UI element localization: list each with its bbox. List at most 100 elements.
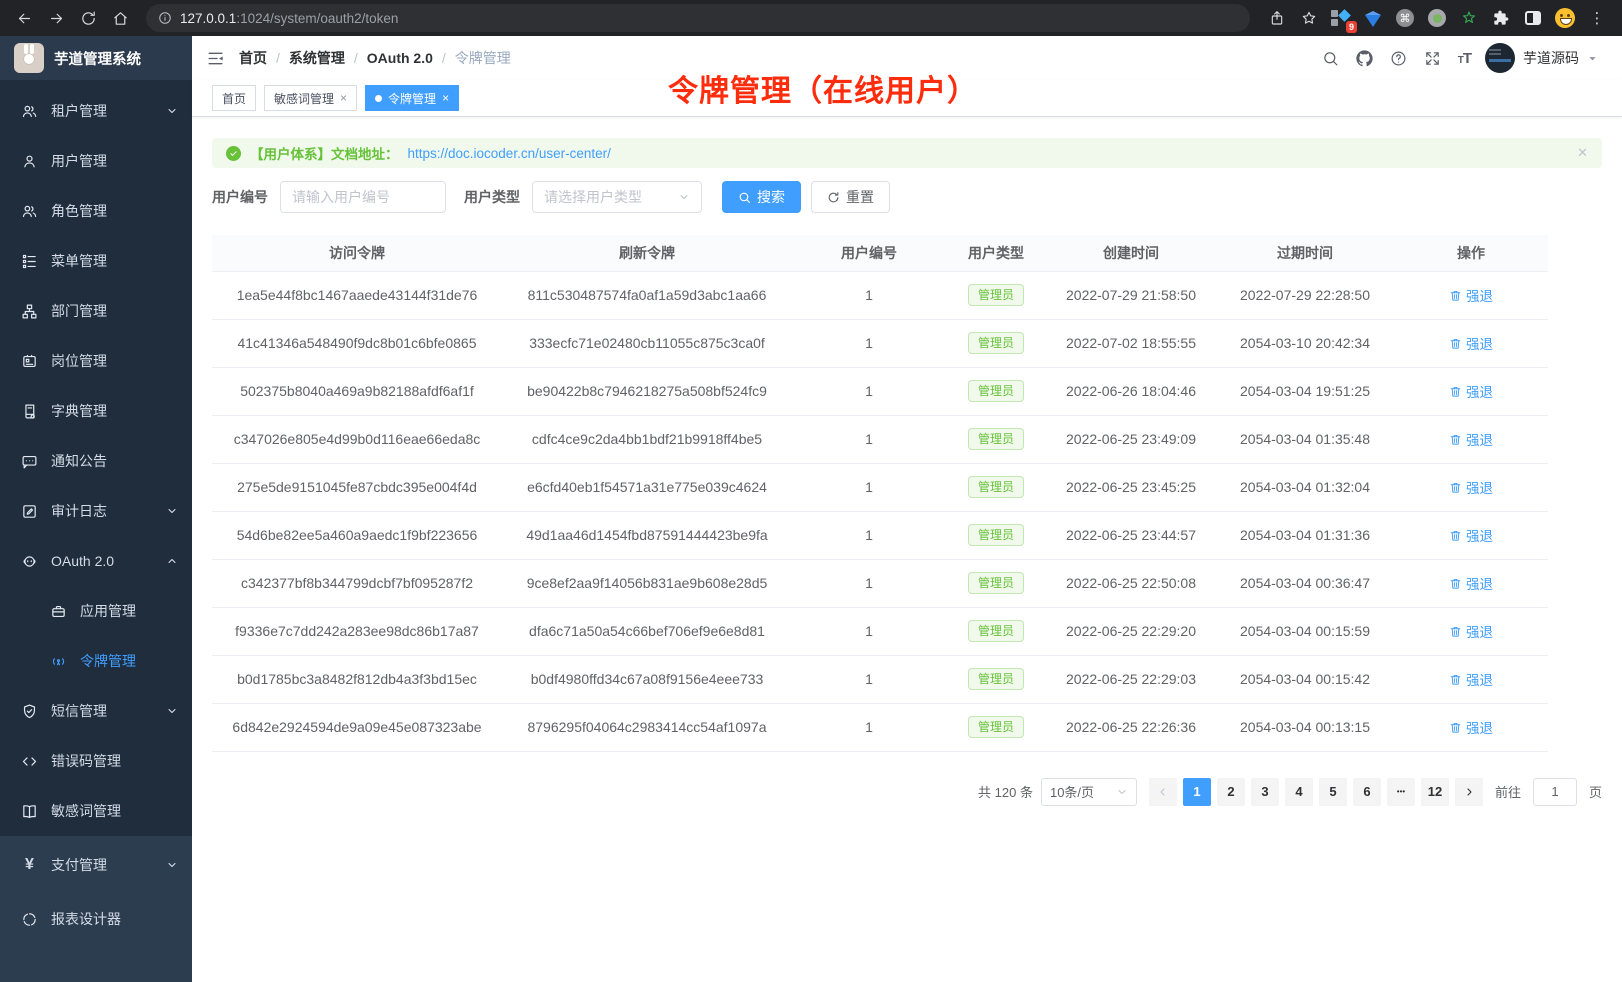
sidebar-item-岗位管理[interactable]: 岗位管理 xyxy=(0,336,192,386)
page-button-5[interactable]: 5 xyxy=(1319,778,1347,806)
next-page-button[interactable] xyxy=(1455,778,1483,806)
doc-link[interactable]: https://doc.iocoder.cn/user-center/ xyxy=(408,146,611,161)
force-logout-button[interactable]: 强退 xyxy=(1449,477,1493,497)
sidebar-item-角色管理[interactable]: 角色管理 xyxy=(0,186,192,236)
sidebar-item-label: 报表设计器 xyxy=(51,909,121,929)
sidepanel-icon[interactable] xyxy=(1522,7,1544,29)
column-header-用户类型: 用户类型 xyxy=(946,235,1046,271)
user-avatar[interactable] xyxy=(1485,43,1515,73)
sidebar-item-短信管理[interactable]: 短信管理 xyxy=(0,686,192,736)
prev-page-button[interactable] xyxy=(1149,778,1177,806)
chevron-down-icon xyxy=(678,191,690,203)
sidebar-item-部门管理[interactable]: 部门管理 xyxy=(0,286,192,336)
breadcrumb-item[interactable]: OAuth 2.0 xyxy=(367,50,433,66)
user-menu-caret-icon[interactable] xyxy=(1587,53,1598,64)
browser-toolbar: 127.0.0.1:1024/system/oauth2/token 9 ⌘ ⋮ xyxy=(0,0,1622,36)
app-logo[interactable]: 芋道管理系统 xyxy=(0,36,192,80)
fullscreen-icon[interactable] xyxy=(1424,50,1441,67)
font-size-icon[interactable]: TT xyxy=(1458,50,1471,67)
force-logout-button[interactable]: 强退 xyxy=(1449,381,1493,401)
force-logout-button[interactable]: 强退 xyxy=(1449,717,1493,737)
page-button-1[interactable]: 1 xyxy=(1183,778,1211,806)
action-cell: 强退 xyxy=(1394,655,1548,703)
tag-tab-敏感词管理[interactable]: 敏感词管理× xyxy=(264,85,357,111)
users-icon xyxy=(21,103,38,120)
page-size-select[interactable]: 10条/页 xyxy=(1041,778,1137,806)
force-logout-button[interactable]: 强退 xyxy=(1449,429,1493,449)
extension-gem-icon[interactable] xyxy=(1362,7,1384,29)
sidebar-item-字典管理[interactable]: 字典管理 xyxy=(0,386,192,436)
breadcrumb-separator: / xyxy=(442,50,446,66)
page-button-6[interactable]: 6 xyxy=(1353,778,1381,806)
github-icon[interactable] xyxy=(1356,50,1373,67)
bookmark-star-icon[interactable] xyxy=(1298,7,1320,29)
extension-command-icon[interactable]: ⌘ xyxy=(1394,7,1416,29)
help-icon[interactable] xyxy=(1390,50,1407,67)
browser-reload-button[interactable] xyxy=(74,4,102,32)
access-token-cell: 275e5de9151045fe87cbdc395e004f4d xyxy=(212,463,502,511)
user-type-badge: 管理员 xyxy=(968,716,1024,738)
sidebar-item-label: 用户管理 xyxy=(51,151,107,171)
main-content: 【用户体系】文档地址： https://doc.iocoder.cn/user-… xyxy=(192,117,1622,982)
tab-close-icon[interactable]: × xyxy=(442,92,449,104)
force-logout-label: 强退 xyxy=(1466,717,1493,737)
chevron-down-icon xyxy=(166,859,178,871)
sidebar-item-审计日志[interactable]: 审计日志 xyxy=(0,486,192,536)
badge-icon xyxy=(21,353,38,370)
browser-home-button[interactable] xyxy=(106,4,134,32)
extension-record-icon[interactable] xyxy=(1426,7,1448,29)
sidebar-item-用户管理[interactable]: 用户管理 xyxy=(0,136,192,186)
browser-back-button[interactable] xyxy=(10,4,38,32)
sidebar-item-OAuth 2.0[interactable]: OAuth 2.0 xyxy=(0,536,192,586)
search-button[interactable]: 搜索 xyxy=(722,181,801,213)
tag-tab-令牌管理[interactable]: 令牌管理× xyxy=(365,85,459,111)
tag-tab-首页[interactable]: 首页 xyxy=(212,85,256,111)
sidebar-item-报表设计器[interactable]: 报表设计器 xyxy=(0,892,192,946)
tab-close-icon[interactable]: × xyxy=(340,92,347,104)
browser-menu-icon[interactable]: ⋮ xyxy=(1586,7,1608,29)
force-logout-button[interactable]: 强退 xyxy=(1449,669,1493,689)
user-type-cell: 管理员 xyxy=(946,655,1046,703)
force-logout-button[interactable]: 强退 xyxy=(1449,621,1493,641)
force-logout-button[interactable]: 强退 xyxy=(1449,573,1493,593)
sidebar-item-应用管理[interactable]: 应用管理 xyxy=(0,586,192,636)
reset-button[interactable]: 重置 xyxy=(811,181,890,213)
expire-time-cell: 2054-03-04 19:51:25 xyxy=(1216,367,1394,415)
sidebar-item-错误码管理[interactable]: 错误码管理 xyxy=(0,736,192,786)
sidebar-item-支付管理[interactable]: ¥支付管理 xyxy=(0,838,192,892)
page-button-12[interactable]: 12 xyxy=(1421,778,1449,806)
force-logout-label: 强退 xyxy=(1466,621,1493,641)
page-info-icon[interactable] xyxy=(158,11,172,25)
breadcrumb: 首页/系统管理/OAuth 2.0/令牌管理 xyxy=(239,48,1314,68)
sidebar-item-令牌管理[interactable]: 令牌管理 xyxy=(0,636,192,686)
extension-star-icon[interactable] xyxy=(1458,7,1480,29)
more-pages-button[interactable]: ••• xyxy=(1387,778,1415,806)
browser-forward-button[interactable] xyxy=(42,4,70,32)
force-logout-button[interactable]: 强退 xyxy=(1449,333,1493,353)
sidebar-item-通知公告[interactable]: 通知公告 xyxy=(0,436,192,486)
profile-avatar-icon[interactable] xyxy=(1554,7,1576,29)
extension-devtools-icon[interactable]: 9 xyxy=(1330,7,1352,29)
force-logout-button[interactable]: 强退 xyxy=(1449,525,1493,545)
sidebar-item-租户管理[interactable]: 租户管理 xyxy=(0,86,192,136)
page-button-2[interactable]: 2 xyxy=(1217,778,1245,806)
goto-page-input[interactable]: 1 xyxy=(1533,778,1577,806)
breadcrumb-item[interactable]: 首页 xyxy=(239,48,267,68)
sidebar-item-菜单管理[interactable]: 菜单管理 xyxy=(0,236,192,286)
created-time-cell: 2022-06-25 22:29:20 xyxy=(1046,607,1216,655)
alert-close-icon[interactable]: ✕ xyxy=(1577,145,1588,161)
force-logout-button[interactable]: 强退 xyxy=(1449,285,1493,305)
extensions-puzzle-icon[interactable] xyxy=(1490,7,1512,29)
search-icon[interactable] xyxy=(1322,50,1339,67)
user-id-input[interactable]: 请输入用户编号 xyxy=(280,181,446,213)
page-button-3[interactable]: 3 xyxy=(1251,778,1279,806)
collapse-sidebar-icon[interactable] xyxy=(206,49,225,68)
address-bar[interactable]: 127.0.0.1:1024/system/oauth2/token xyxy=(146,4,1250,32)
page-button-4[interactable]: 4 xyxy=(1285,778,1313,806)
user-type-select[interactable]: 请选择用户类型 xyxy=(532,181,702,213)
breadcrumb-item[interactable]: 系统管理 xyxy=(289,48,345,68)
user-type-cell: 管理员 xyxy=(946,511,1046,559)
trash-icon xyxy=(1449,529,1462,542)
share-icon[interactable] xyxy=(1266,7,1288,29)
sidebar-item-敏感词管理[interactable]: 敏感词管理 xyxy=(0,786,192,836)
